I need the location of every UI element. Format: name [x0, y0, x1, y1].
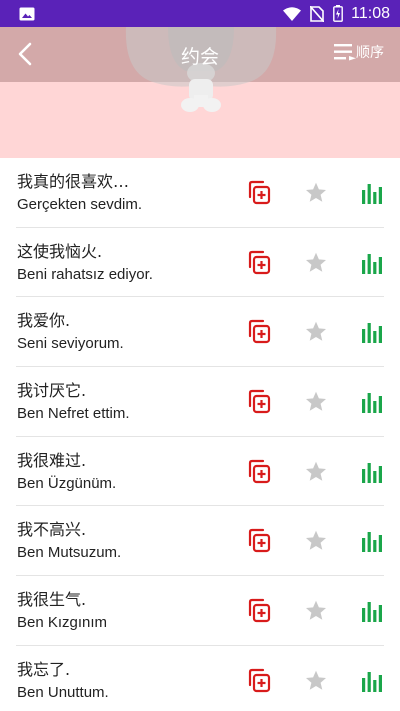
sort-icon — [334, 44, 356, 61]
phrase-turkish: Ben Üzgünüm. — [17, 474, 117, 492]
favorite-button[interactable] — [302, 249, 330, 277]
phrase-turkish: Beni rahatsız ediyor. — [17, 265, 153, 283]
favorite-button[interactable] — [302, 527, 330, 555]
add-to-list-button[interactable] — [245, 458, 273, 486]
phrase-texts: 我不高兴. Ben Mutsuzum. — [17, 519, 237, 564]
add-to-list-icon — [248, 180, 271, 205]
favorite-button[interactable] — [302, 388, 330, 416]
favorite-button[interactable] — [302, 179, 330, 207]
favorite-button[interactable] — [302, 597, 330, 625]
image-notification-icon — [19, 7, 35, 21]
star-icon — [306, 322, 326, 342]
phrase-turkish: Ben Kızgınım — [17, 614, 108, 632]
phrase-turkish: Ben Nefret ettim. — [17, 405, 130, 423]
phrase-row[interactable]: 这使我恼火. Beni rahatsız ediyor. — [16, 228, 384, 298]
add-to-list-button[interactable] — [245, 527, 273, 555]
stats-button[interactable] — [358, 458, 386, 486]
phrase-row[interactable]: 我讨厌它. Ben Nefret ettim. — [16, 367, 384, 437]
stats-icon — [362, 671, 382, 692]
phrase-chinese: 我讨厌它. — [17, 381, 87, 401]
phrase-row[interactable]: 我不高兴. Ben Mutsuzum. — [16, 506, 386, 577]
phrase-texts: 这使我恼火. Beni rahatsız ediyor. — [17, 241, 237, 286]
star-icon — [306, 531, 326, 551]
mascot-illustration — [125, 27, 277, 112]
stats-button[interactable] — [358, 667, 386, 695]
phrase-row[interactable]: 我很难过. Ben Üzgünüm. — [16, 437, 384, 507]
add-to-list-button[interactable] — [245, 388, 273, 416]
add-to-list-icon — [248, 459, 271, 483]
sort-button[interactable]: 顺序 — [334, 42, 384, 62]
stats-button[interactable] — [358, 597, 386, 625]
stats-button[interactable] — [358, 318, 386, 346]
phrase-chinese: 我爱你. — [17, 311, 71, 331]
phrase-chinese: 这使我恼火. — [17, 241, 103, 261]
add-to-list-button[interactable] — [245, 249, 273, 277]
stats-icon — [362, 393, 382, 414]
add-to-list-icon — [248, 668, 271, 692]
phrase-row[interactable]: 我真的很喜欢… Gerçekten sevdim. — [16, 158, 384, 228]
favorite-button[interactable] — [302, 458, 330, 486]
battery-icon — [333, 5, 344, 22]
phrase-turkish: Gerçekten sevdim. — [17, 196, 143, 213]
add-to-list-button[interactable] — [245, 667, 273, 695]
phrase-turkish: Ben Mutsuzum. — [17, 544, 122, 562]
no-sim-icon — [310, 5, 325, 22]
status-bar: 11:08 — [0, 0, 400, 27]
phrase-chinese: 我忘了. — [17, 659, 71, 679]
stats-icon — [362, 602, 382, 623]
status-time: 11:08 — [351, 4, 390, 22]
phrase-chinese: 我真的很喜欢… — [17, 172, 130, 191]
phrase-texts: 我爱你. Seni seviyorum. — [17, 310, 237, 355]
star-icon — [306, 600, 326, 620]
phrase-texts: 我很难过. Ben Üzgünüm. — [17, 450, 237, 495]
phrase-list: 我真的很喜欢… Gerçekten sevdim. 这使我恼火. Beni ra… — [0, 158, 400, 711]
wifi-icon — [283, 6, 302, 21]
phrase-turkish: Seni seviyorum. — [17, 335, 124, 353]
phrase-texts: 我很生气. Ben Kızgınım — [17, 589, 237, 634]
phrase-texts: 我真的很喜欢… Gerçekten sevdim. — [17, 171, 237, 216]
stats-icon — [362, 184, 382, 204]
add-to-list-icon — [248, 250, 271, 274]
header: 约会 顺序 — [0, 27, 400, 158]
sort-label: 顺序 — [356, 45, 384, 61]
add-to-list-icon — [248, 599, 271, 623]
phrase-turkish: Ben Unuttum. — [17, 683, 109, 701]
phrase-row[interactable]: 我忘了. Ben Unuttum. — [16, 646, 384, 711]
star-icon — [306, 391, 326, 411]
add-to-list-icon — [248, 320, 271, 344]
stats-icon — [362, 323, 382, 344]
stats-icon — [362, 532, 382, 553]
add-to-list-button[interactable] — [245, 318, 273, 346]
favorite-button[interactable] — [302, 318, 330, 346]
add-to-list-icon — [248, 389, 271, 414]
stats-button[interactable] — [358, 179, 386, 207]
phrase-chinese: 我很生气. — [17, 590, 87, 610]
add-to-list-button[interactable] — [245, 597, 273, 625]
phrase-row[interactable]: 我很生气. Ben Kızgınım — [16, 576, 384, 646]
star-icon — [306, 252, 326, 272]
phrase-row[interactable]: 我爱你. Seni seviyorum. — [16, 297, 386, 368]
star-icon — [306, 461, 326, 481]
add-to-list-button[interactable] — [245, 179, 273, 207]
add-to-list-icon — [248, 529, 271, 553]
phrase-texts: 我讨厌它. Ben Nefret ettim. — [17, 380, 237, 425]
phrase-texts: 我忘了. Ben Unuttum. — [17, 659, 237, 704]
favorite-button[interactable] — [302, 667, 330, 695]
star-icon — [306, 670, 326, 690]
stats-button[interactable] — [358, 388, 386, 416]
phrase-chinese: 我不高兴. — [17, 520, 87, 540]
stats-icon — [362, 462, 382, 483]
star-icon — [306, 182, 326, 202]
phrase-chinese: 我很难过. — [17, 450, 87, 470]
stats-button[interactable] — [358, 527, 386, 555]
stats-icon — [362, 253, 382, 274]
stats-button[interactable] — [358, 249, 386, 277]
